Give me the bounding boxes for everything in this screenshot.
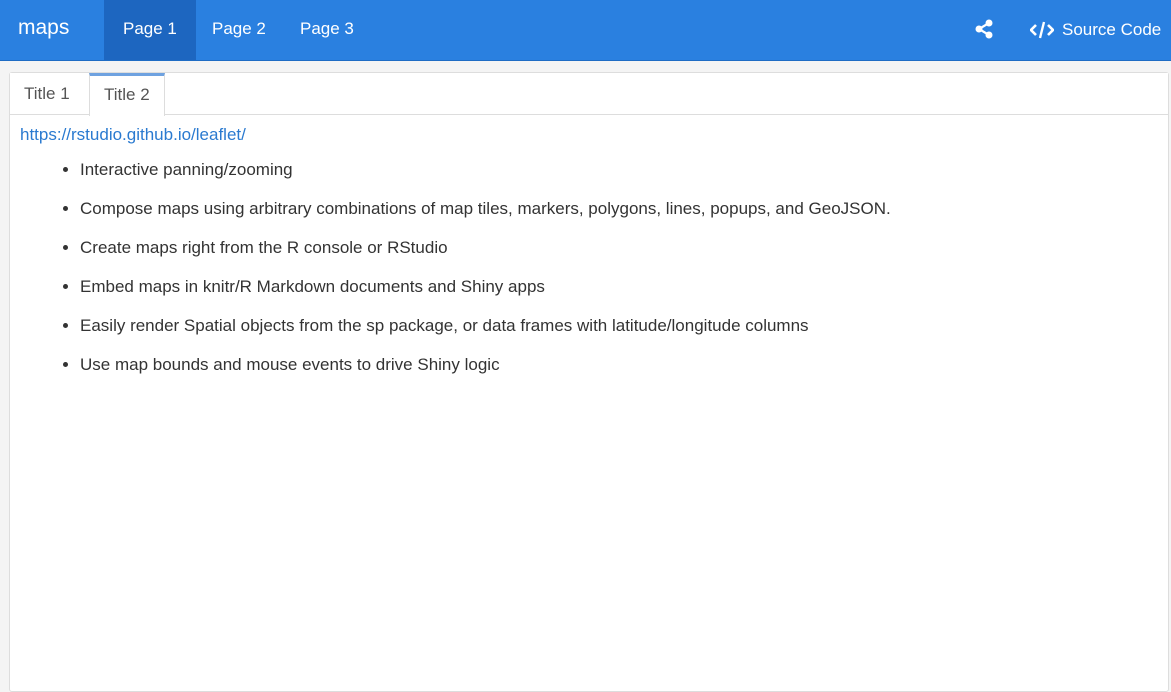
tab-title-1[interactable]: Title 1	[10, 73, 84, 115]
feature-list: Interactive panning/zooming Compose maps…	[20, 159, 1158, 376]
list-item: Embed maps in knitr/R Markdown documents…	[80, 276, 1158, 298]
brand-title[interactable]: maps	[18, 16, 69, 40]
tab-panel: Title 1 Title 2 https://rstudio.github.i…	[9, 72, 1169, 692]
share-icon[interactable]	[975, 19, 993, 44]
list-item: Create maps right from the R console or …	[80, 237, 1158, 259]
nav-page-3[interactable]: Page 3	[281, 0, 373, 60]
tab-title-2[interactable]: Title 2	[89, 73, 165, 116]
nav-page-1[interactable]: Page 1	[104, 0, 196, 60]
list-item: Interactive panning/zooming	[80, 159, 1158, 181]
leaflet-link[interactable]: https://rstudio.github.io/leaflet/	[20, 125, 246, 144]
list-item: Use map bounds and mouse events to drive…	[80, 354, 1158, 376]
list-item: Compose maps using arbitrary combination…	[80, 198, 1158, 220]
tab-content: https://rstudio.github.io/leaflet/ Inter…	[10, 115, 1168, 403]
code-icon	[1030, 21, 1054, 39]
navbar: maps Page 1 Page 2 Page 3 Source Code	[0, 0, 1171, 61]
tab-bar: Title 1 Title 2	[10, 73, 1168, 116]
list-item: Easily render Spatial objects from the s…	[80, 315, 1158, 337]
source-code-label: Source Code	[1062, 20, 1162, 39]
source-code-button[interactable]: Source Code	[1030, 0, 1161, 60]
nav-page-2[interactable]: Page 2	[193, 0, 285, 60]
